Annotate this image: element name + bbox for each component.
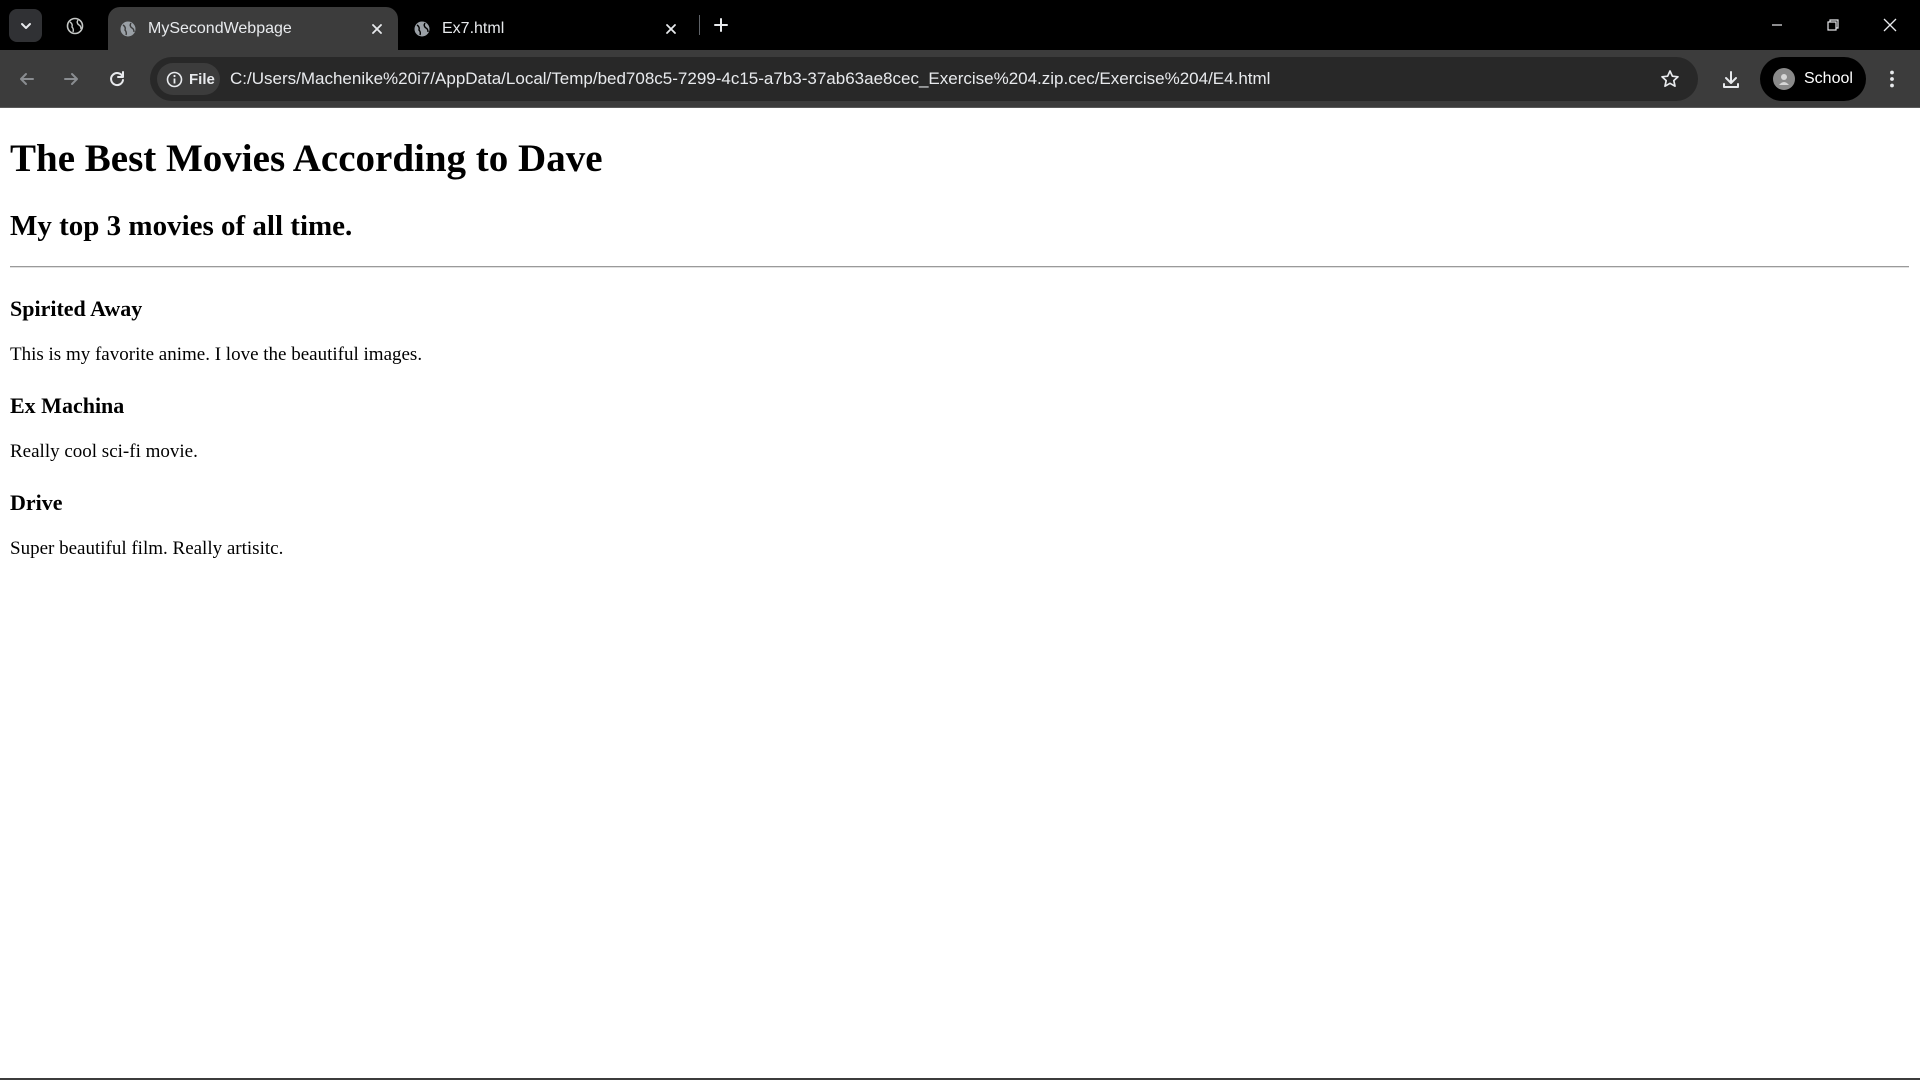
minimize-button[interactable] <box>1749 0 1805 50</box>
avatar <box>1773 68 1795 90</box>
close-icon <box>372 23 382 34</box>
person-icon <box>1779 74 1789 85</box>
page-subtitle: My top 3 movies of all time. <box>10 210 353 242</box>
tab-group-button[interactable] <box>60 11 89 40</box>
page-content: The Best Movies According to Dave My top… <box>0 108 1920 1079</box>
restore-icon <box>1827 19 1839 31</box>
arrow-right-icon <box>64 73 78 85</box>
close-tab-button[interactable] <box>658 16 684 42</box>
tab-title: MySecondWebpage <box>148 19 292 37</box>
tab-title: Ex7.html <box>442 19 505 37</box>
star-icon <box>1661 70 1679 88</box>
tab-separator <box>699 15 700 35</box>
browser-menu-button[interactable] <box>1876 63 1908 95</box>
arrow-left-icon <box>20 73 34 85</box>
download-icon <box>1723 71 1739 88</box>
horizontal-rule <box>10 266 1909 268</box>
reload-icon <box>110 71 124 87</box>
close-icon <box>1883 18 1897 32</box>
kebab-menu-icon <box>1890 70 1894 88</box>
movie-description: Really cool sci-fi movie. <box>10 441 198 462</box>
url-text[interactable]: C:/Users/Machenike%20i7/AppData/Local/Te… <box>230 57 1270 101</box>
tab-ex7[interactable]: Ex7.html <box>402 7 692 50</box>
plus-icon <box>714 18 728 32</box>
minimize-icon <box>1772 24 1782 26</box>
back-button[interactable] <box>11 63 43 95</box>
globe-icon <box>118 19 138 39</box>
movie-description: Super beautiful film. Really artisitc. <box>10 538 284 559</box>
globe-icon <box>66 17 83 34</box>
profile-button[interactable]: School <box>1760 57 1866 101</box>
browser-toolbar: File C:/Users/Machenike%20i7/AppData/Loc… <box>0 50 1920 108</box>
bookmark-button[interactable] <box>1654 63 1686 95</box>
profile-name: School <box>1804 70 1853 87</box>
new-tab-button[interactable] <box>707 11 735 39</box>
restore-button[interactable] <box>1805 0 1861 50</box>
movie-description: This is my favorite anime. I love the be… <box>10 344 423 365</box>
movie-title: Drive <box>10 490 63 515</box>
movie-title: Spirited Away <box>10 296 143 321</box>
close-tab-button[interactable] <box>364 16 390 42</box>
tab-search-button[interactable] <box>9 9 42 42</box>
tab-mysecondwebpage[interactable]: MySecondWebpage <box>108 7 398 50</box>
site-info-chip[interactable]: File <box>157 63 220 95</box>
scheme-label: File <box>189 70 215 88</box>
close-icon <box>666 23 676 34</box>
tab-strip: MySecondWebpage Ex7.html <box>0 0 1920 50</box>
info-icon <box>165 70 183 88</box>
page-title: The Best Movies According to Dave <box>10 137 603 180</box>
forward-button[interactable] <box>55 63 87 95</box>
movie-title: Ex Machina <box>10 393 125 418</box>
address-bar[interactable]: File C:/Users/Machenike%20i7/AppData/Loc… <box>150 57 1698 101</box>
chevron-down-icon <box>20 22 31 29</box>
reload-button[interactable] <box>101 63 133 95</box>
downloads-button[interactable] <box>1714 63 1748 97</box>
globe-icon <box>412 19 432 39</box>
close-window-button[interactable] <box>1862 0 1918 50</box>
